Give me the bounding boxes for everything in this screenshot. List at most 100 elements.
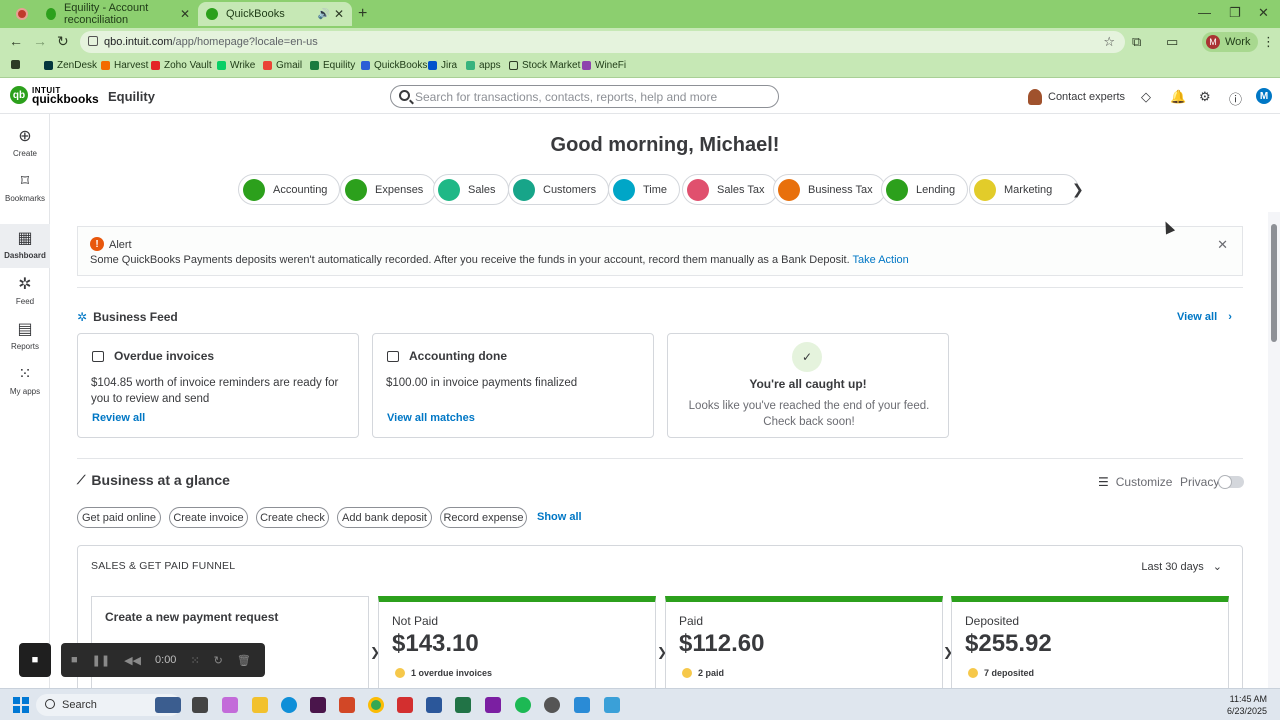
notifications-bell-icon[interactable]: 🔔 xyxy=(1170,89,1186,105)
customize-button[interactable]: ☰ Customize xyxy=(1098,475,1172,489)
bookmark-jira[interactable]: Jira xyxy=(428,60,457,71)
bookmark-zendesk[interactable]: ZenDesk xyxy=(44,60,97,71)
funnel-not-paid[interactable]: Not Paid $143.10 1 overdue invoices xyxy=(378,596,656,696)
chevron-right-icon[interactable]: ❯ xyxy=(1072,181,1084,198)
camera-icon[interactable]: ■ xyxy=(19,643,51,677)
bookmark-equility[interactable]: Equility xyxy=(310,60,355,71)
onenote-icon[interactable] xyxy=(485,697,501,713)
pill-accounting[interactable]: Accounting xyxy=(238,174,341,205)
view-all-matches-link[interactable]: View all matches xyxy=(387,412,475,424)
minimize-icon[interactable]: — xyxy=(1198,5,1211,20)
acrobat-icon[interactable] xyxy=(397,697,413,713)
bookmark-quickbooks[interactable]: QuickBooks xyxy=(361,60,427,71)
copilot-icon[interactable] xyxy=(222,697,238,713)
company-name[interactable]: Equility xyxy=(108,89,155,104)
rocket-icon[interactable]: ◇ xyxy=(1141,89,1151,105)
settings-gear-icon[interactable] xyxy=(544,697,560,713)
nav-feed[interactable]: ✲ Feed xyxy=(0,274,50,314)
bookmark-zoho-vault[interactable]: Zoho Vault xyxy=(151,60,212,71)
file-explorer-icon[interactable] xyxy=(252,697,268,713)
page-scrollbar[interactable] xyxy=(1268,212,1280,688)
nav-my-apps[interactable]: ⁙ My apps xyxy=(0,364,50,404)
funnel-paid[interactable]: Paid $112.60 2 paid xyxy=(665,596,943,696)
restart-icon[interactable]: ↻ xyxy=(214,654,223,667)
task-view-icon[interactable] xyxy=(192,697,208,713)
record-expense-button[interactable]: Record expense xyxy=(440,507,527,528)
speaker-icon[interactable]: 🔊 xyxy=(318,9,330,20)
back-icon[interactable]: ← xyxy=(9,33,23,49)
word-icon[interactable] xyxy=(426,697,442,713)
widgets-icon[interactable] xyxy=(155,697,181,713)
restore-icon[interactable]: ❐ xyxy=(1229,5,1241,21)
show-all-link[interactable]: Show all xyxy=(537,511,582,523)
pill-lending[interactable]: Lending xyxy=(881,174,969,205)
date-range-dropdown[interactable]: Last 30 days ⌄ xyxy=(1141,560,1222,573)
nav-bookmarks[interactable]: ⌑ Bookmarks xyxy=(0,171,50,211)
slack-icon[interactable] xyxy=(310,697,326,713)
extensions-icon[interactable]: ⧉ xyxy=(1132,34,1141,50)
create-invoice-button[interactable]: Create invoice xyxy=(169,507,248,528)
view-all-link[interactable]: View all › xyxy=(1177,311,1232,323)
funnel-deposited[interactable]: Deposited $255.92 7 deposited xyxy=(951,596,1229,696)
review-all-link[interactable]: Review all xyxy=(92,412,145,424)
pill-business-tax[interactable]: Business Tax xyxy=(773,174,886,205)
close-tab-icon[interactable]: ✕ xyxy=(334,7,344,21)
pill-time[interactable]: Time xyxy=(608,174,681,205)
grid-icon[interactable]: ⁙ xyxy=(190,654,199,667)
tab-equility[interactable]: Equility - Account reconciliation ✕ xyxy=(38,2,198,26)
address-bar[interactable]: qbo.intuit.com/app/homepage?locale=en-us… xyxy=(80,31,1125,53)
spotify-icon[interactable] xyxy=(515,697,531,713)
bookmark-harvest[interactable]: Harvest xyxy=(101,60,148,71)
chrome-icon[interactable] xyxy=(368,697,384,713)
nav-dashboard[interactable]: ▦ Dashboard xyxy=(0,224,50,268)
screen-cast-icon[interactable]: ▭ xyxy=(1166,34,1178,50)
edge-icon[interactable] xyxy=(281,697,297,713)
pill-expenses[interactable]: Expenses xyxy=(340,174,437,205)
close-window-icon[interactable]: ✕ xyxy=(1258,5,1269,21)
add-bank-deposit-button[interactable]: Add bank deposit xyxy=(337,507,432,528)
rewind-icon[interactable]: ◀◀ xyxy=(124,654,141,667)
settings-gear-icon[interactable]: ⚙ xyxy=(1199,89,1211,105)
app-icon[interactable] xyxy=(604,697,620,713)
pause-icon[interactable]: ❚❚ xyxy=(92,654,110,667)
bookmark-wrike[interactable]: Wrike xyxy=(217,60,255,71)
browser-menu-icon[interactable]: ⋮ xyxy=(1262,34,1275,50)
pill-sales-tax[interactable]: Sales Tax xyxy=(682,174,778,205)
bookmark-star-icon[interactable]: ☆ xyxy=(1103,34,1115,50)
new-tab-icon[interactable]: + xyxy=(358,5,367,23)
global-search-input[interactable]: Search for transactions, contacts, repor… xyxy=(390,85,779,108)
get-paid-online-button[interactable]: Get paid online xyxy=(77,507,161,528)
apps-grid-icon[interactable] xyxy=(11,60,24,69)
contact-experts-button[interactable]: Contact experts xyxy=(1028,89,1125,105)
trash-icon[interactable]: 🗑 xyxy=(237,654,251,667)
user-avatar[interactable]: M xyxy=(1256,88,1272,104)
bookmark-apps[interactable]: apps xyxy=(466,60,501,71)
bookmark-winefi[interactable]: WineFi xyxy=(582,60,626,71)
pill-customers[interactable]: Customers xyxy=(508,174,610,205)
quickbooks-logo[interactable]: qb INTUIT quickbooks xyxy=(10,86,99,105)
windows-start-icon[interactable] xyxy=(13,697,29,713)
close-tab-icon[interactable]: ✕ xyxy=(180,7,190,21)
system-clock[interactable]: 11:45 AM 6/23/2025 xyxy=(1207,693,1267,717)
bookmark-gmail[interactable]: Gmail xyxy=(263,60,302,71)
help-icon[interactable]: ⓘ xyxy=(1229,89,1242,108)
bookmark-stock-market[interactable]: Stock Market xyxy=(509,60,580,71)
scrollbar-thumb[interactable] xyxy=(1271,224,1277,342)
tab-quickbooks[interactable]: QuickBooks 🔊 ✕ xyxy=(198,2,352,26)
nav-create[interactable]: ⊕ Create xyxy=(0,126,50,166)
take-action-link[interactable]: Take Action xyxy=(853,254,909,266)
site-info-icon[interactable] xyxy=(88,36,98,46)
forward-icon[interactable]: → xyxy=(33,33,47,49)
privacy-toggle[interactable] xyxy=(1218,475,1244,489)
profile-button[interactable]: M Work xyxy=(1202,32,1259,52)
powerpoint-icon[interactable] xyxy=(339,697,355,713)
pill-marketing[interactable]: Marketing xyxy=(969,174,1080,205)
reload-icon[interactable]: ↻ xyxy=(57,33,69,50)
pill-sales[interactable]: Sales xyxy=(433,174,509,205)
close-icon[interactable]: ✕ xyxy=(1217,237,1228,253)
nav-reports[interactable]: ▤ Reports xyxy=(0,319,50,359)
stop-icon[interactable]: ■ xyxy=(71,654,78,666)
excel-icon[interactable] xyxy=(455,697,471,713)
snipping-tool-icon[interactable] xyxy=(574,697,590,713)
create-check-button[interactable]: Create check xyxy=(256,507,329,528)
